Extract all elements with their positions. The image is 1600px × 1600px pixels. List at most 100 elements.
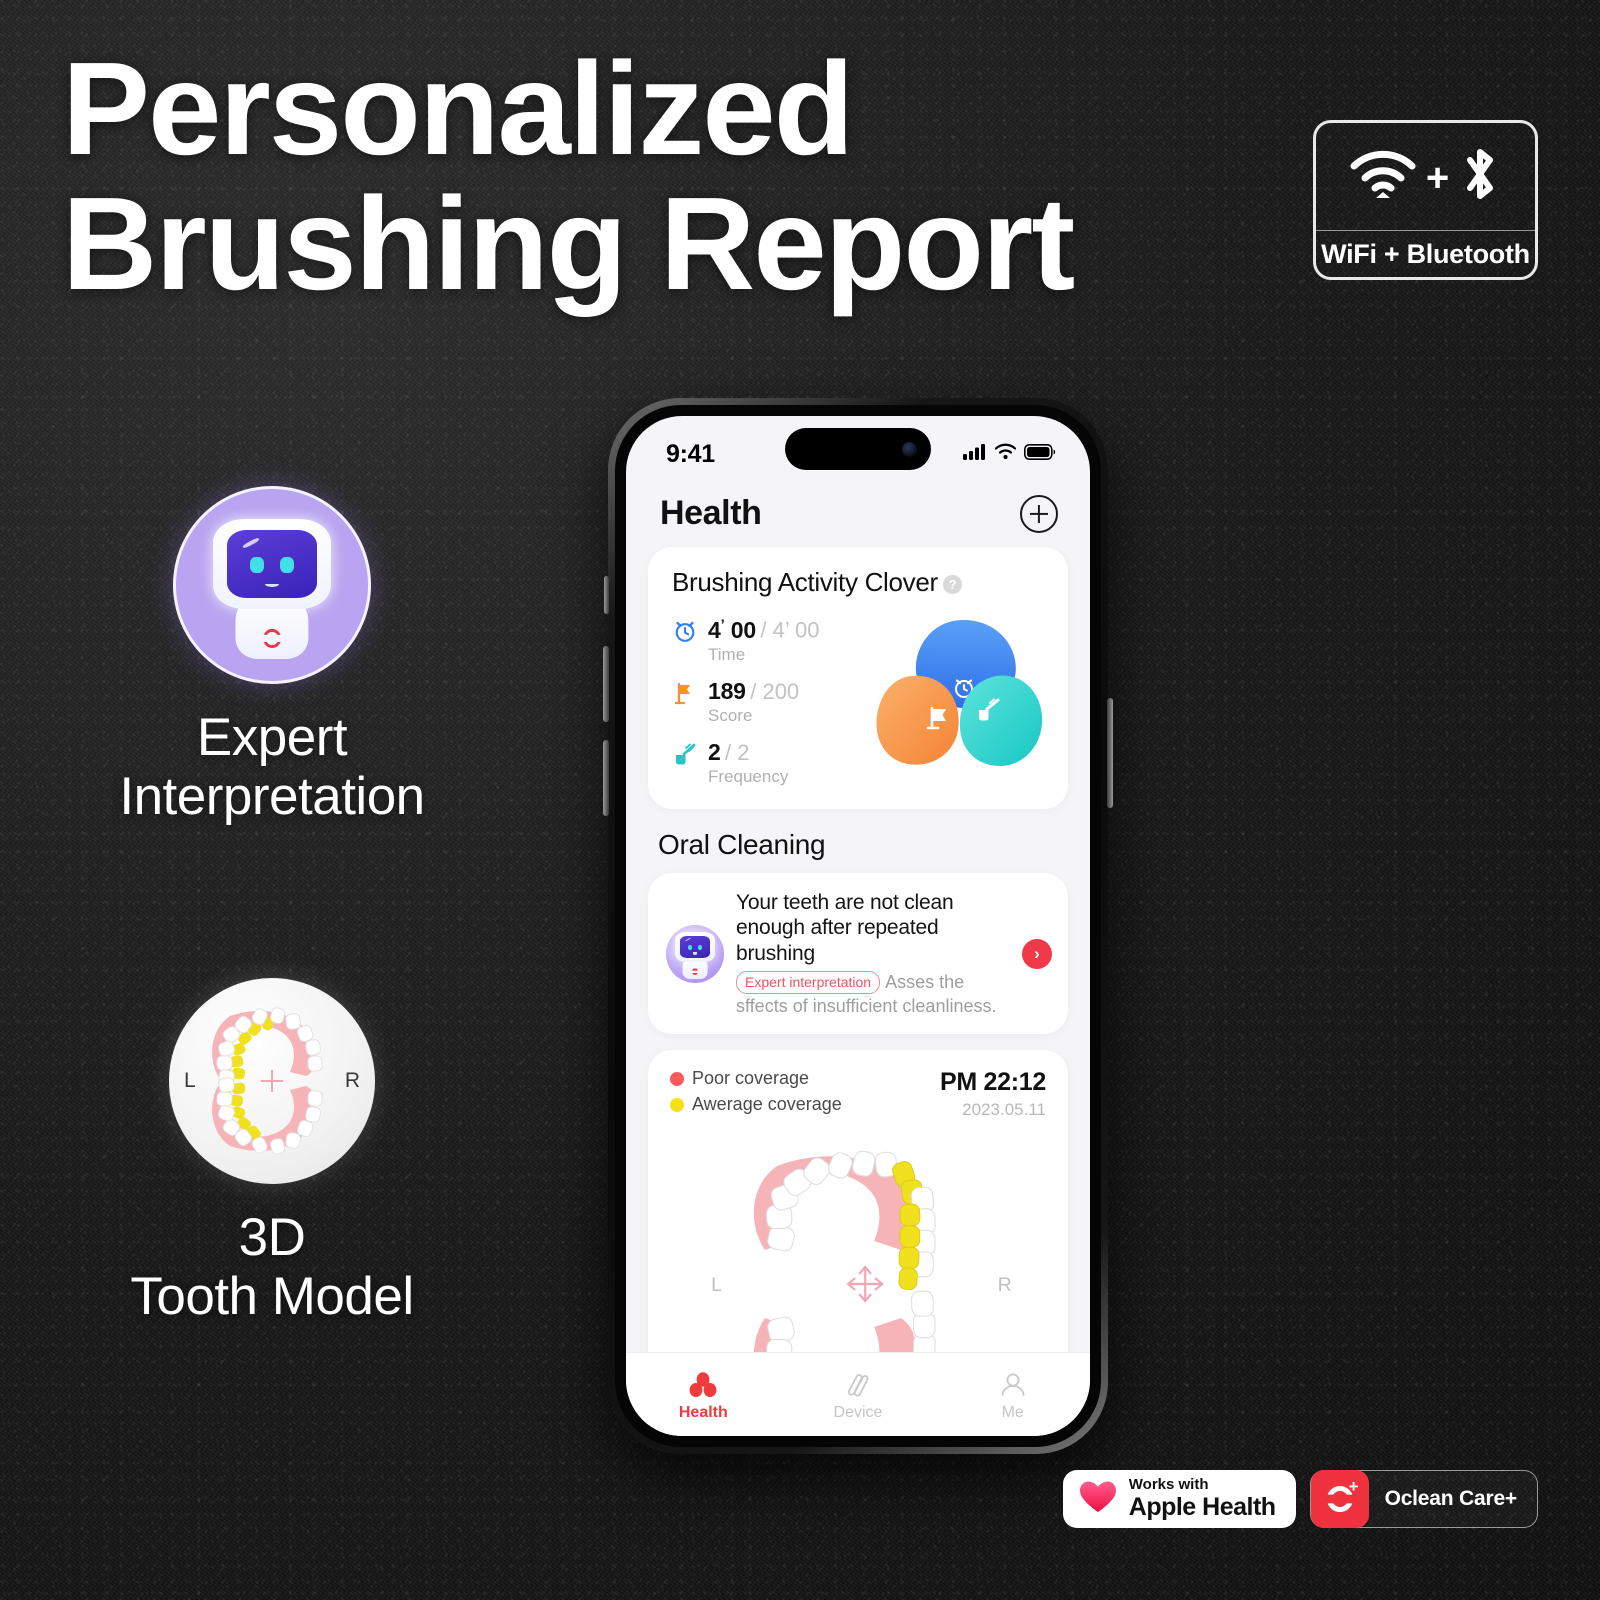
chevron-right-icon[interactable]: › — [1022, 938, 1052, 969]
wifi-icon — [994, 443, 1017, 465]
headline-line-2: Brushing Report — [62, 169, 1075, 317]
plus-symbol: + — [1425, 156, 1450, 201]
question-mark-icon[interactable]: ? — [942, 575, 962, 594]
tab-me-label: Me — [1001, 1403, 1024, 1421]
metric-frequency-value: 2 — [708, 738, 721, 765]
score-petal — [876, 675, 959, 765]
alarm-clock-icon — [672, 618, 698, 644]
volume-down-button[interactable] — [603, 740, 609, 816]
brushing-activity-clover-card[interactable]: Brushing Activity Clover ? 4’ 00 / 4’ 00… — [648, 547, 1068, 809]
jaw-right-label: R — [344, 1069, 360, 1092]
jaw-left-label: L — [184, 1069, 196, 1092]
metric-time-value: 4’ 00 — [708, 616, 756, 643]
tab-me[interactable]: Me — [935, 1368, 1090, 1422]
clover-card-title-row: Brushing Activity Clover ? — [672, 567, 1044, 598]
legend-dot-poor — [670, 1071, 684, 1086]
power-button[interactable] — [1107, 698, 1113, 808]
move-crosshair-icon — [261, 1070, 283, 1092]
expert-interpretation-card[interactable]: Your teeth are not clean enough after re… — [648, 872, 1068, 1035]
apple-badge-line1: Works with — [1128, 1476, 1209, 1494]
tab-health-label: Health — [678, 1403, 728, 1421]
headline-line-1: Personalized — [62, 35, 854, 182]
flag-icon — [672, 680, 698, 706]
metric-frequency: 2 / 2 Frequency — [672, 739, 874, 787]
legend-item-poor: Poor coverage — [670, 1068, 842, 1089]
oclean-care-badge: + Oclean Care+ — [1309, 1470, 1538, 1528]
connectivity-badge: + WiFi + Bluetooth — [1313, 120, 1538, 280]
tab-bar: Health Device Me — [626, 1352, 1090, 1436]
tab-device-label: Device — [833, 1403, 883, 1421]
legend-label-poor: Poor coverage — [692, 1068, 810, 1089]
metric-score-value: 189 — [708, 677, 746, 704]
expert-card-subtext-row: Expert interpretation Asses the sffects o… — [736, 971, 1010, 1018]
feature-3d-caption-line2: Tooth Model — [130, 1267, 414, 1327]
move-crosshair-icon — [846, 1265, 884, 1303]
dynamic-island — [785, 428, 931, 470]
tooth-icon-circle: L R — [169, 978, 375, 1184]
metric-time-label: Time — [708, 644, 746, 664]
expert-interpretation-chip: Expert interpretation — [736, 971, 881, 994]
apple-health-badge: Works with Apple Health — [1062, 1470, 1296, 1528]
mute-switch[interactable] — [604, 576, 609, 614]
apple-badge-line2: Apple Health — [1128, 1492, 1276, 1521]
oral-cleaning-section-title: Oral Cleaning — [658, 828, 826, 860]
wifi-icon — [1348, 148, 1418, 205]
bluetooth-icon — [1457, 144, 1503, 209]
session-date: 2023.05.11 — [962, 1100, 1046, 1120]
feature-expert-caption-line1: Expert — [196, 708, 348, 767]
feature-3d-tooth-model: L R 3D Tooth Model — [22, 978, 522, 1327]
robot-mascot-icon — [666, 924, 724, 983]
clover-chart — [874, 612, 1044, 774]
oclean-badge-label: Oclean Care+ — [1384, 1487, 1518, 1510]
tab-health[interactable]: Health — [626, 1368, 781, 1422]
oclean-plus-symbol: + — [1348, 1477, 1359, 1496]
scroll-content: Brushing Activity Clover ? 4’ 00 / 4’ 00… — [626, 547, 1090, 1436]
jaw-left-label: L — [711, 1274, 722, 1296]
metric-score: 189 / 200 Score — [672, 678, 874, 726]
legend-item-average: Awerage coverage — [670, 1094, 842, 1115]
brush-strokes-icon — [781, 1368, 936, 1402]
feature-expert-caption: Expert Interpretation — [22, 708, 522, 827]
volume-up-button[interactable] — [603, 646, 609, 722]
coverage-legend: Poor coverage Awerage coverage — [670, 1068, 842, 1115]
metric-score-target: / 200 — [750, 678, 800, 704]
status-time: 9:41 — [666, 439, 715, 468]
session-timestamp: PM 22:12 2023.05.11 — [940, 1068, 1046, 1120]
metric-time-target: / 4’ 00 — [760, 617, 820, 643]
phone-screen: 9:41 Health Brushing Activity Clover ? 4… — [626, 416, 1090, 1436]
expert-icon-circle — [173, 486, 371, 684]
page-title: Personalized Brushing Report — [62, 41, 1182, 317]
cellular-signal-icon — [963, 443, 987, 465]
legend-label-average: Awerage coverage — [692, 1094, 842, 1115]
plus-circle-icon[interactable] — [1020, 494, 1058, 533]
metric-frequency-target: / 2 — [725, 739, 750, 765]
expert-card-headline: Your teeth are not clean enough after re… — [736, 890, 954, 965]
metric-score-label: Score — [708, 705, 753, 725]
tab-device[interactable]: Device — [781, 1368, 936, 1422]
app-page-title: Health — [660, 494, 762, 532]
front-camera-icon — [902, 441, 917, 457]
clover-card-title: Brushing Activity Clover — [672, 567, 938, 597]
connectivity-caption: WiFi + Bluetooth — [1321, 238, 1530, 269]
metric-frequency-label: Frequency — [708, 766, 789, 786]
status-bar: 9:41 — [626, 416, 1090, 482]
robot-mascot-icon — [213, 519, 331, 659]
feature-3d-caption: 3D Tooth Model — [22, 1208, 522, 1327]
feature-expert-caption-line2: Interpretation — [119, 767, 425, 827]
session-time: PM 22:12 — [940, 1068, 1046, 1097]
feature-3d-caption-line1: 3D — [238, 1208, 306, 1267]
battery-icon — [1024, 443, 1056, 465]
legend-dot-average — [670, 1097, 684, 1112]
feature-expert-interpretation: Expert Interpretation — [22, 486, 522, 827]
jaw-right-label: R — [998, 1274, 1012, 1296]
metric-time: 4’ 00 / 4’ 00 Time — [672, 616, 874, 665]
clover-metrics-list: 4’ 00 / 4’ 00 Time 189 / 200 Score 2 / 2… — [672, 612, 874, 787]
toothbrush-icon — [672, 741, 698, 767]
jaw-model-icon: L R — [184, 1002, 360, 1160]
partner-badges: Works with Apple Health + Oclean Care+ — [1062, 1470, 1538, 1528]
phone-mockup: 9:41 Health Brushing Activity Clover ? 4… — [603, 398, 1113, 1454]
oclean-logo-icon: + — [1310, 1470, 1369, 1528]
heart-icon — [1079, 1480, 1117, 1519]
person-icon — [935, 1368, 1090, 1402]
clover-health-icon — [626, 1368, 781, 1402]
